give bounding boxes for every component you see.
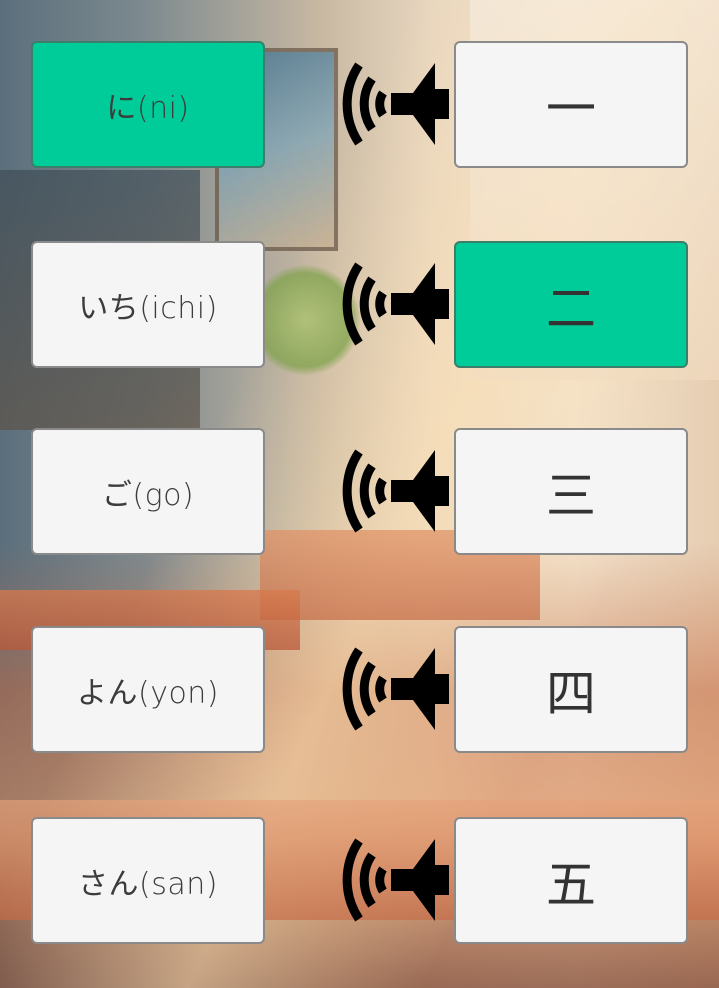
reading-card-3[interactable]: ご(go): [31, 428, 265, 555]
speaker-icon[interactable]: [325, 835, 449, 925]
pair-row-3: ご(go) 三: [0, 428, 719, 555]
numeral-card-2[interactable]: 二: [454, 241, 688, 368]
reading-card-4[interactable]: よん(yon): [31, 626, 265, 753]
pair-row-2: いち(ichi) 二: [0, 241, 719, 368]
pair-row-5: さん(san) 五: [0, 817, 719, 944]
speaker-icon[interactable]: [325, 446, 449, 536]
numeral-card-3[interactable]: 三: [454, 428, 688, 555]
speaker-icon[interactable]: [325, 644, 449, 734]
speaker-icon[interactable]: [325, 259, 449, 349]
reading-card-5[interactable]: さん(san): [31, 817, 265, 944]
numeral-card-4[interactable]: 四: [454, 626, 688, 753]
numeral-card-5[interactable]: 五: [454, 817, 688, 944]
reading-card-2[interactable]: いち(ichi): [31, 241, 265, 368]
pair-row-4: よん(yon) 四: [0, 626, 719, 753]
numeral-card-1[interactable]: 一: [454, 41, 688, 168]
pair-row-1: に(ni) 一: [0, 41, 719, 168]
speaker-icon[interactable]: [325, 59, 449, 149]
reading-card-1[interactable]: に(ni): [31, 41, 265, 168]
